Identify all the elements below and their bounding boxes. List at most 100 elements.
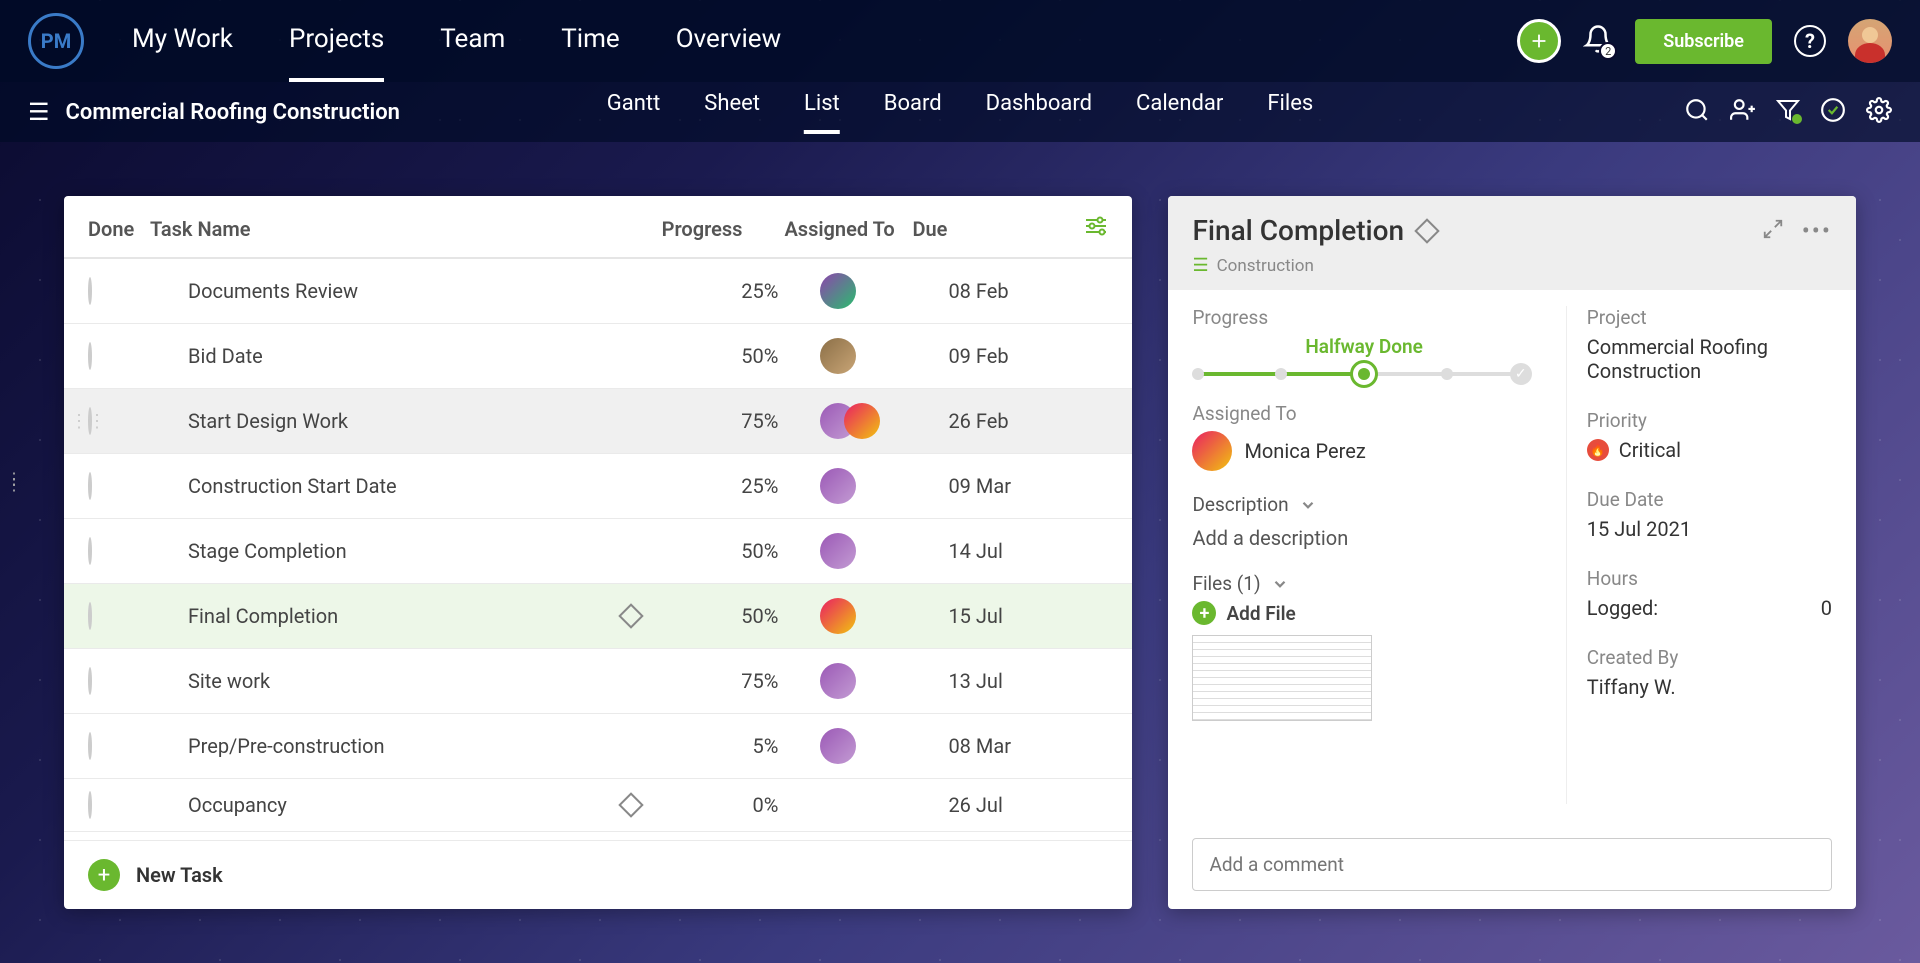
breadcrumb[interactable]: ☰ Construction bbox=[1192, 255, 1832, 276]
task-assignees[interactable] bbox=[778, 663, 948, 699]
task-assignees[interactable] bbox=[778, 728, 948, 764]
done-checkbox[interactable] bbox=[88, 791, 92, 819]
task-row[interactable]: Bid Date50%09 Feb bbox=[64, 324, 1132, 389]
task-name: Final Completion bbox=[188, 604, 338, 628]
new-task-label: New Task bbox=[136, 863, 223, 887]
task-progress: 50% bbox=[658, 604, 778, 628]
task-assignees[interactable] bbox=[778, 533, 948, 569]
search-icon[interactable] bbox=[1684, 97, 1710, 127]
assignee-row[interactable]: Monica Perez bbox=[1192, 431, 1535, 471]
task-row[interactable]: Documents Review25%08 Feb bbox=[64, 259, 1132, 324]
nav-time[interactable]: Time bbox=[561, 24, 619, 82]
list-settings-icon[interactable] bbox=[1084, 216, 1108, 241]
task-list-body: Documents Review25%08 FebBid Date50%09 F… bbox=[64, 259, 1132, 840]
done-checkbox[interactable] bbox=[88, 277, 92, 305]
notifications-button[interactable]: 2 bbox=[1583, 24, 1613, 58]
task-row[interactable]: Stage Completion50%14 Jul bbox=[64, 519, 1132, 584]
task-row[interactable]: ⋮⋮Start Design Work75%26 Feb bbox=[64, 389, 1132, 454]
tab-dashboard[interactable]: Dashboard bbox=[986, 91, 1092, 134]
file-thumbnail[interactable] bbox=[1192, 635, 1372, 721]
main-nav: My WorkProjectsTeamTimeOverview bbox=[132, 24, 781, 58]
help-button[interactable]: ? bbox=[1794, 25, 1826, 57]
new-task-button[interactable]: + New Task bbox=[64, 840, 1132, 909]
nav-overview[interactable]: Overview bbox=[676, 24, 781, 82]
task-progress: 75% bbox=[658, 669, 778, 693]
progress-handle[interactable] bbox=[1350, 360, 1378, 388]
column-done: Done bbox=[88, 217, 150, 241]
menu-icon[interactable]: ☰ bbox=[28, 98, 50, 126]
nav-projects[interactable]: Projects bbox=[289, 24, 384, 82]
list-icon: ☰ bbox=[1192, 255, 1208, 276]
progress-field: Progress Halfway Done ✓ bbox=[1192, 306, 1535, 380]
priority-value-row[interactable]: 🔥 Critical bbox=[1587, 438, 1832, 462]
task-row[interactable]: Construction Start Date25%09 Mar bbox=[64, 454, 1132, 519]
filter-icon[interactable] bbox=[1776, 98, 1800, 126]
done-checkbox[interactable] bbox=[88, 667, 92, 695]
task-name: Site work bbox=[188, 669, 270, 693]
add-button[interactable] bbox=[1517, 19, 1561, 63]
tab-files[interactable]: Files bbox=[1267, 91, 1313, 134]
task-due: 15 Jul bbox=[948, 604, 1108, 628]
hours-label: Hours bbox=[1587, 567, 1832, 590]
description-field: Description Add a description bbox=[1192, 493, 1535, 550]
plus-icon: + bbox=[1192, 601, 1216, 625]
logo[interactable]: PM bbox=[28, 13, 84, 69]
gear-icon[interactable] bbox=[1866, 97, 1892, 127]
task-assignees[interactable] bbox=[778, 598, 948, 634]
column-due: Due bbox=[912, 217, 1072, 241]
expand-icon[interactable] bbox=[1762, 218, 1784, 244]
task-name: Prep/Pre-construction bbox=[188, 734, 385, 758]
tab-board[interactable]: Board bbox=[884, 91, 942, 134]
drag-handle-icon[interactable]: ⋮⋮ bbox=[70, 411, 84, 432]
progress-complete-icon: ✓ bbox=[1510, 363, 1532, 385]
add-file-button[interactable]: + Add File bbox=[1192, 601, 1535, 625]
detail-left-column: Progress Halfway Done ✓ Assigned To Moni bbox=[1192, 306, 1535, 804]
add-person-icon[interactable] bbox=[1730, 97, 1756, 127]
done-checkbox[interactable] bbox=[88, 732, 92, 760]
tab-calendar[interactable]: Calendar bbox=[1136, 91, 1223, 134]
comment-input[interactable] bbox=[1192, 838, 1832, 891]
description-input[interactable]: Add a description bbox=[1192, 526, 1535, 550]
task-due: 09 Feb bbox=[948, 344, 1108, 368]
done-checkbox[interactable] bbox=[88, 537, 92, 565]
task-row[interactable]: Final Completion 50% 15 Jul bbox=[64, 584, 1132, 649]
created-by-field: Created By Tiffany W. bbox=[1587, 646, 1832, 699]
assignee-avatar bbox=[820, 533, 856, 569]
task-assignees[interactable] bbox=[778, 273, 948, 309]
tab-gantt[interactable]: Gantt bbox=[607, 91, 661, 134]
done-checkbox[interactable] bbox=[88, 472, 92, 500]
due-date-field: Due Date 15 Jul 2021 bbox=[1587, 488, 1832, 541]
task-progress: 50% bbox=[658, 344, 778, 368]
assignee-avatar bbox=[820, 598, 856, 634]
plus-icon: + bbox=[88, 859, 120, 891]
task-due: 08 Mar bbox=[948, 734, 1108, 758]
nav-my-work[interactable]: My Work bbox=[132, 24, 233, 82]
progress-slider[interactable]: ✓ bbox=[1198, 368, 1529, 380]
subscribe-button[interactable]: Subscribe bbox=[1635, 19, 1772, 64]
task-row[interactable]: Site work 75% 13 Jul bbox=[64, 649, 1132, 714]
check-circle-icon[interactable] bbox=[1820, 97, 1846, 127]
task-assignees[interactable] bbox=[778, 403, 948, 439]
description-toggle[interactable]: Description bbox=[1192, 493, 1535, 516]
done-checkbox[interactable] bbox=[88, 602, 92, 630]
files-toggle[interactable]: Files (1) bbox=[1192, 572, 1535, 595]
more-icon[interactable]: ••• bbox=[1802, 217, 1832, 245]
task-assignees[interactable] bbox=[778, 468, 948, 504]
project-title: Commercial Roofing Construction bbox=[66, 100, 400, 125]
project-label: Project bbox=[1587, 306, 1832, 329]
user-avatar[interactable] bbox=[1848, 19, 1892, 63]
task-progress: 75% bbox=[658, 409, 778, 433]
tab-sheet[interactable]: Sheet bbox=[704, 91, 760, 134]
task-due: 08 Feb bbox=[948, 279, 1108, 303]
task-row[interactable]: Prep/Pre-construction5%08 Mar bbox=[64, 714, 1132, 779]
task-assignees[interactable] bbox=[778, 338, 948, 374]
task-row[interactable]: Occupancy0%26 Jul bbox=[64, 779, 1132, 832]
column-assigned: Assigned To bbox=[742, 217, 912, 241]
done-checkbox[interactable] bbox=[88, 342, 92, 370]
task-detail-panel: Final Completion ••• ☰ Construction Prog… bbox=[1168, 196, 1856, 909]
due-date-value[interactable]: 15 Jul 2021 bbox=[1587, 517, 1832, 541]
task-due: 13 Jul bbox=[948, 669, 1108, 693]
nav-team[interactable]: Team bbox=[440, 24, 505, 82]
hours-logged-value: 0 bbox=[1821, 596, 1832, 620]
tab-list[interactable]: List bbox=[804, 91, 840, 134]
